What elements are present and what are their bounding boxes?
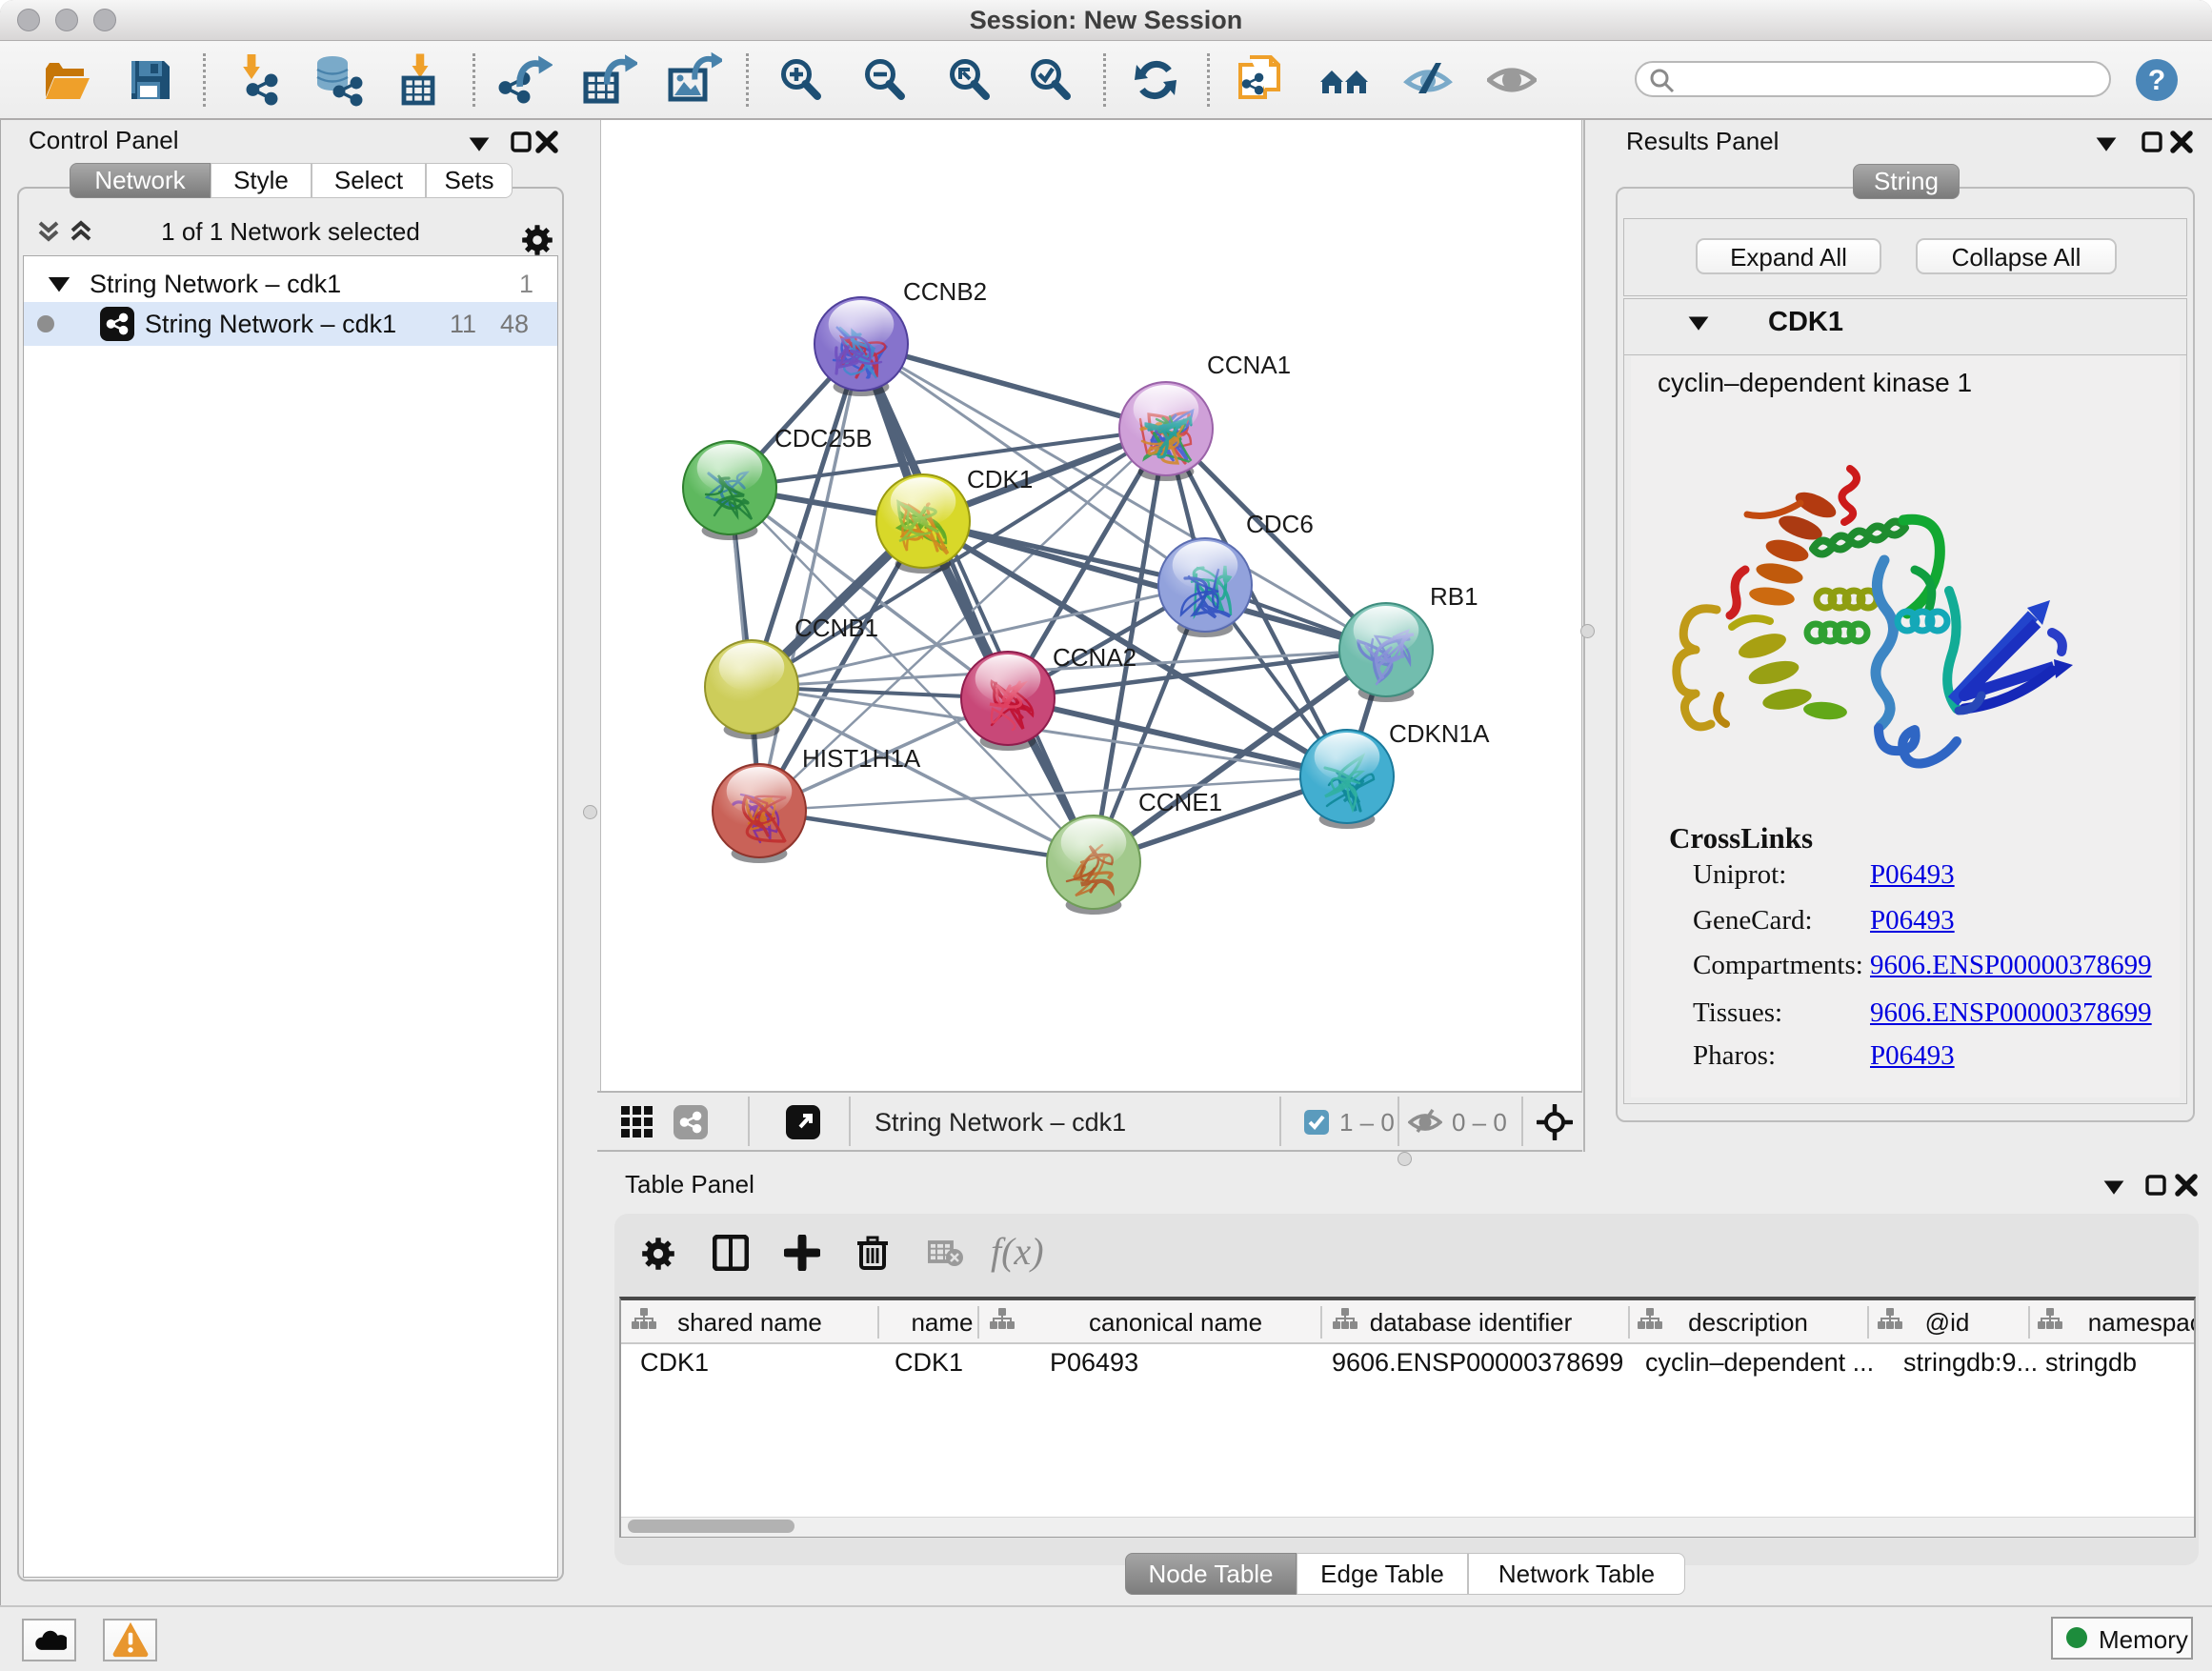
svg-text:CCNA1: CCNA1 [1207, 351, 1291, 379]
svg-text:HIST1H1A: HIST1H1A [802, 744, 921, 773]
svg-text:CDKN1A: CDKN1A [1389, 719, 1490, 748]
svg-text:CCNB2: CCNB2 [903, 277, 987, 306]
svg-text:CCNB1: CCNB1 [794, 614, 878, 642]
svg-text:CDK1: CDK1 [967, 465, 1033, 493]
svg-text:CCNA2: CCNA2 [1053, 643, 1136, 672]
svg-text:CCNE1: CCNE1 [1138, 788, 1222, 816]
svg-text:RB1: RB1 [1430, 582, 1478, 611]
svg-text:?: ? [2148, 65, 2165, 96]
svg-text:CDC6: CDC6 [1246, 510, 1314, 538]
svg-text:CDC25B: CDC25B [774, 424, 873, 453]
